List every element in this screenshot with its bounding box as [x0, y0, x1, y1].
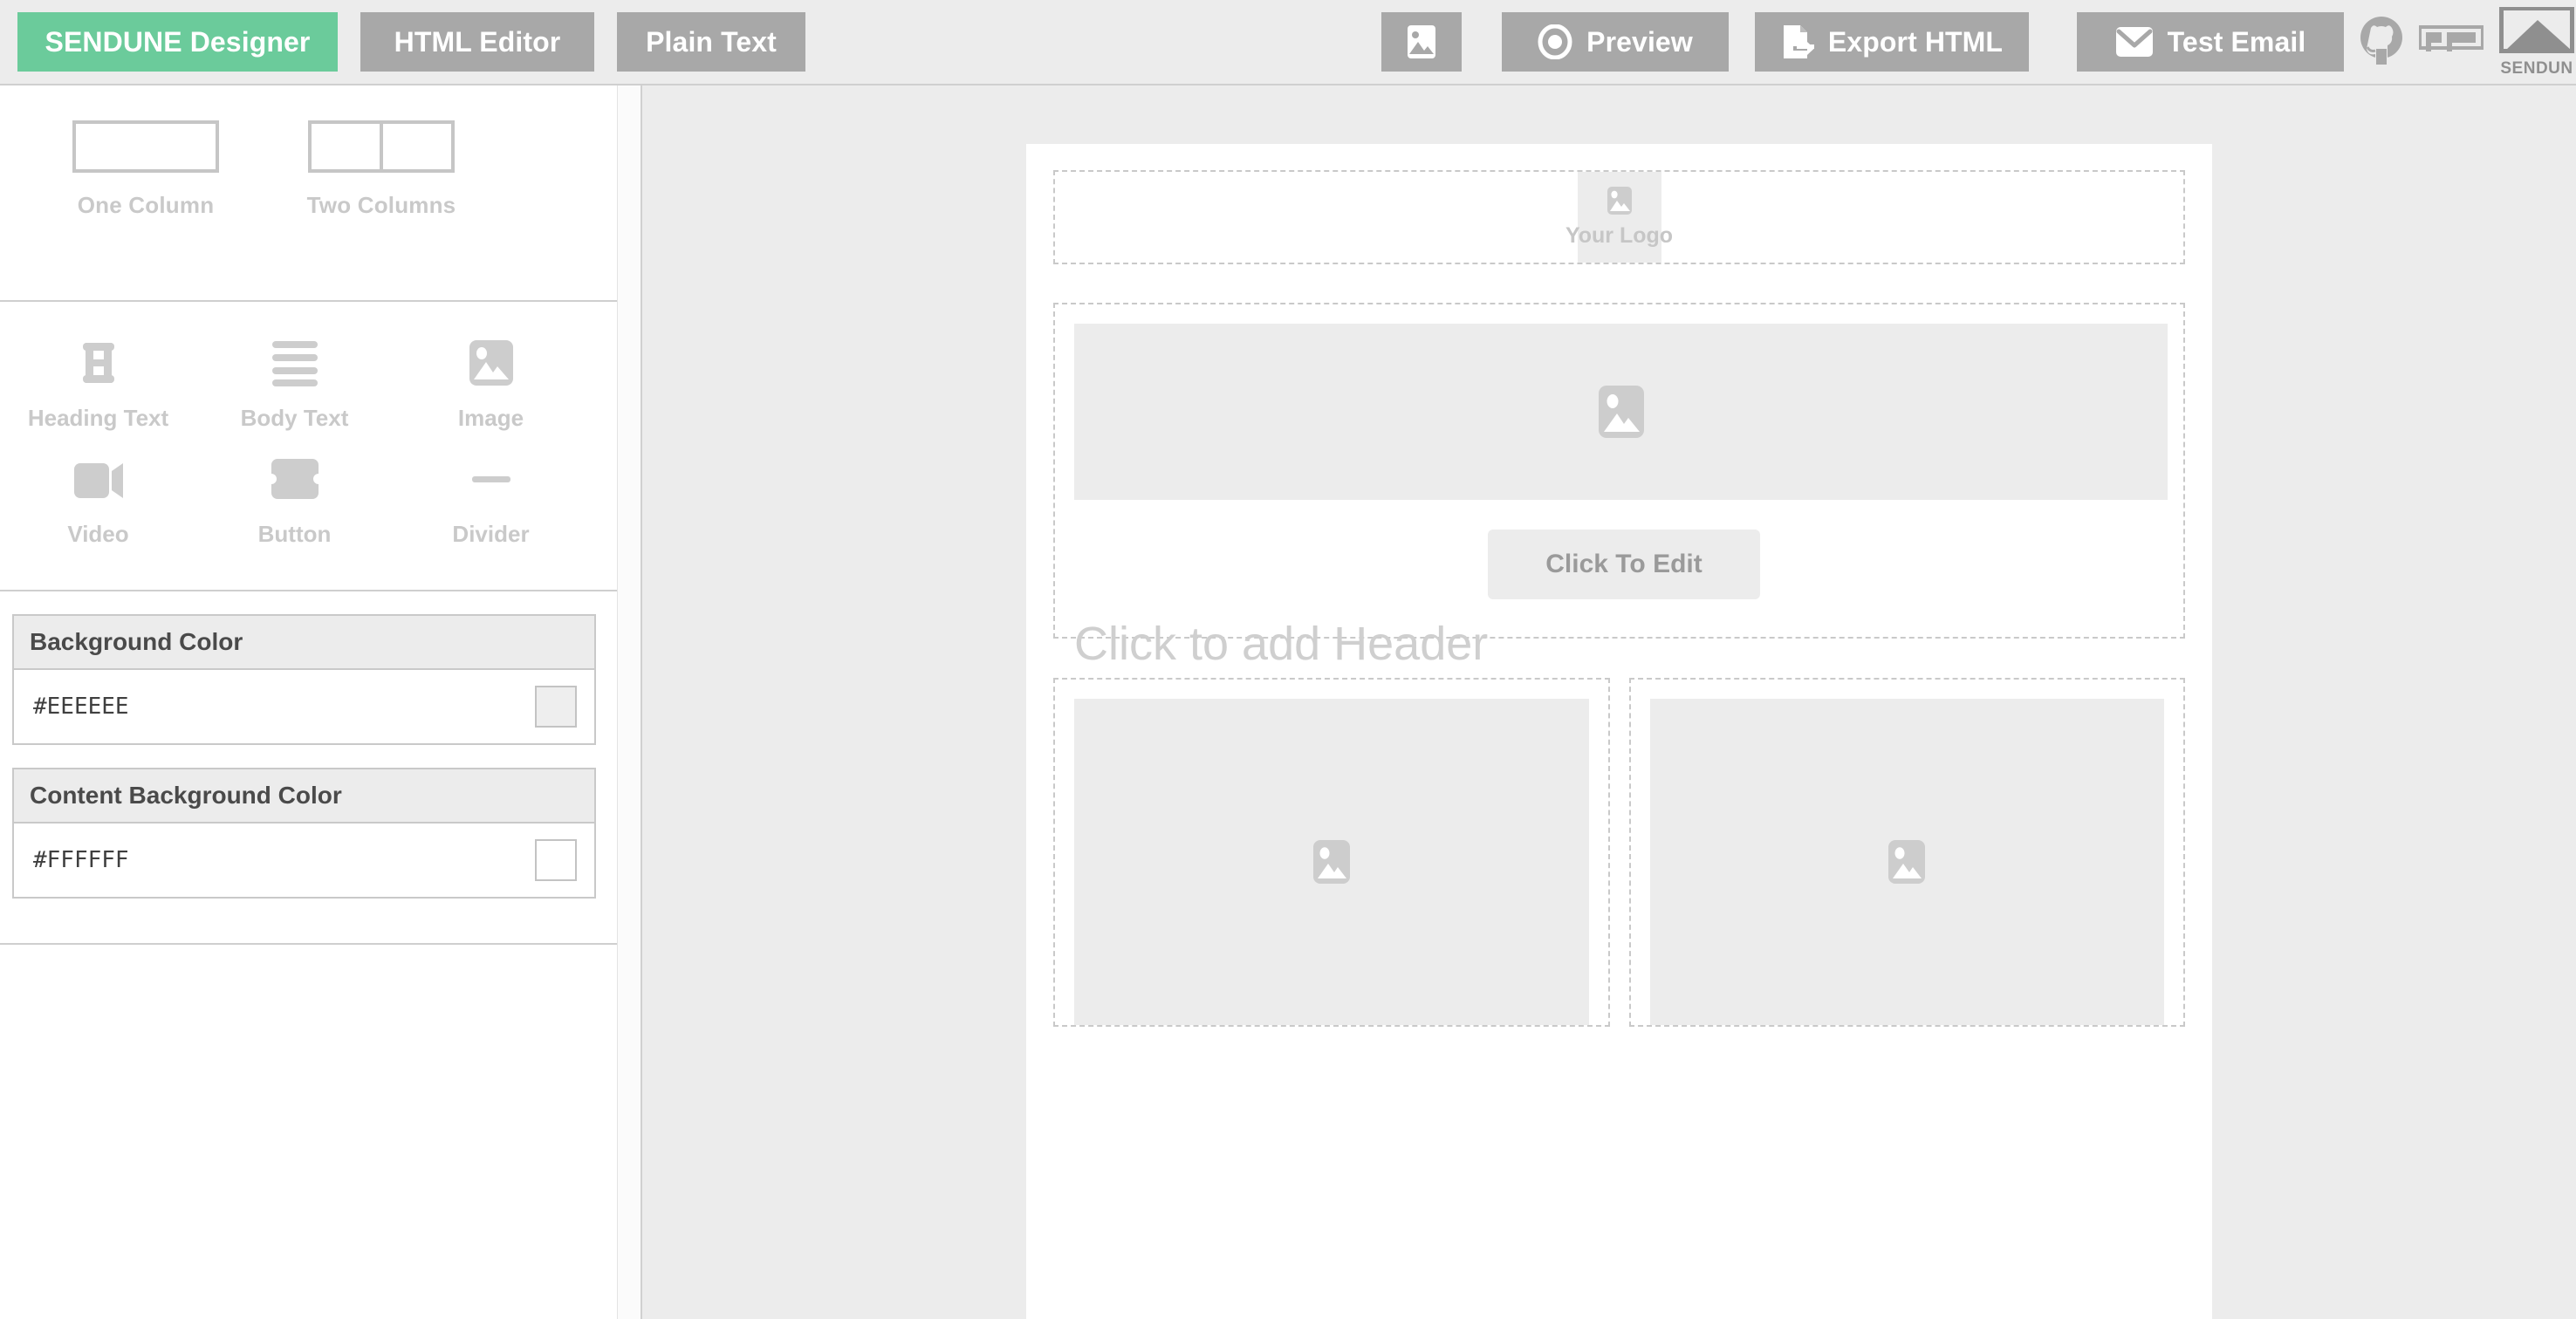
column-right-image-placeholder[interactable]	[1649, 699, 2164, 1025]
eye-icon	[1538, 24, 1572, 59]
content-background-color-card: Content Background Color	[12, 768, 596, 899]
file-export-icon	[1781, 24, 1814, 60]
tab-plain-text-label: Plain Text	[646, 25, 777, 58]
layout-two-columns-label: Two Columns	[306, 192, 456, 218]
image-placeholder-icon	[1598, 385, 1645, 439]
palette-item-heading-text-label: Heading Text	[27, 405, 169, 431]
content-background-color-title: Content Background Color	[14, 769, 594, 824]
heading-icon	[67, 331, 130, 394]
export-html-label: Export HTML	[1827, 25, 2004, 58]
one-column-preview	[72, 120, 219, 173]
sidebar-resize-gutter[interactable]	[617, 85, 642, 1319]
sendune-logo-label: SENDUN	[2500, 58, 2573, 78]
sidebar-divider-3	[0, 943, 617, 945]
two-columns-preview	[308, 120, 455, 173]
header-placeholder-text[interactable]: Click to add Header	[1074, 617, 1488, 671]
image-placeholder-icon	[1607, 186, 1633, 220]
settings-section: Background Color Content Background Colo…	[0, 591, 617, 899]
click-to-edit-label: Click To Edit	[1545, 550, 1702, 578]
test-email-button[interactable]: Test Email	[2077, 12, 2344, 72]
tab-plain-text[interactable]: Plain Text	[617, 12, 805, 72]
layout-blocks-section: One Column Two Columns	[0, 85, 617, 300]
divider-icon	[460, 448, 523, 510]
background-color-input[interactable]	[33, 694, 414, 720]
palette-row-2: Video Button Divider	[0, 448, 617, 564]
palette-item-button[interactable]: Button	[196, 448, 393, 564]
npm-icon	[2418, 24, 2484, 60]
column-right-drop-zone[interactable]	[1628, 678, 2185, 1027]
hero-drop-zone[interactable]: Click To Edit Click to add Header	[1053, 303, 2185, 670]
palette-item-body-text-label: Body Text	[240, 405, 349, 431]
email-document: Your Logo Click To Edit Click to add Hea…	[1026, 144, 2212, 1319]
video-camera-icon	[67, 448, 130, 510]
background-color-swatch[interactable]	[535, 686, 577, 728]
image-icon	[460, 331, 523, 394]
top-toolbar: SENDUNE Designer HTML Editor Plain Text …	[0, 0, 2576, 85]
palette-item-button-label: Button	[257, 521, 332, 547]
palette-item-video-label: Video	[67, 521, 129, 547]
element-palette-section: Heading Text Body Text Image Video Butto…	[0, 302, 617, 590]
palette-item-video[interactable]: Video	[0, 448, 196, 564]
palette-item-body-text[interactable]: Body Text	[196, 331, 393, 448]
palette-item-image[interactable]: Image	[393, 331, 589, 448]
email-canvas-area: Your Logo Click To Edit Click to add Hea…	[642, 85, 2576, 1319]
tab-sendune-designer-label: SENDUNE Designer	[45, 25, 311, 58]
two-column-row	[1053, 678, 2185, 1027]
hero-image-placeholder[interactable]	[1074, 324, 2168, 500]
palette-item-image-label: Image	[457, 405, 524, 431]
image-manager-button[interactable]	[1381, 12, 1462, 72]
npm-link[interactable]	[2418, 12, 2484, 72]
preview-button[interactable]: Preview	[1502, 12, 1729, 72]
image-placeholder-icon	[1887, 839, 1926, 885]
logo-placeholder-label: Your Logo	[1565, 223, 1674, 248]
column-left-image-placeholder[interactable]	[1074, 699, 1589, 1025]
logo-drop-zone[interactable]: Your Logo	[1053, 170, 2185, 264]
github-icon	[2357, 16, 2406, 69]
background-color-title: Background Color	[14, 616, 594, 670]
tab-html-editor[interactable]: HTML Editor	[360, 12, 594, 72]
background-color-card: Background Color	[12, 614, 596, 745]
layout-one-column-label: One Column	[77, 192, 215, 218]
tab-html-editor-label: HTML Editor	[394, 25, 561, 58]
palette-item-divider-label: Divider	[452, 521, 530, 547]
sendune-logo-icon	[2498, 7, 2575, 58]
preview-label: Preview	[1586, 25, 1693, 58]
test-email-label: Test Email	[2167, 25, 2306, 58]
content-background-color-input[interactable]	[33, 847, 414, 873]
column-left-drop-zone[interactable]	[1053, 678, 1610, 1027]
layout-two-columns[interactable]: Two Columns	[274, 120, 489, 219]
content-background-color-swatch[interactable]	[535, 839, 577, 881]
paragraph-lines-icon	[264, 331, 326, 394]
tab-sendune-designer[interactable]: SENDUNE Designer	[17, 12, 338, 72]
logo-placeholder[interactable]: Your Logo	[1565, 172, 1673, 263]
sendune-logo-link[interactable]: SENDUN	[2497, 7, 2576, 77]
palette-row-1: Heading Text Body Text Image	[0, 331, 617, 448]
left-sidebar: One Column Two Columns Heading Text Body…	[0, 85, 617, 1319]
github-link[interactable]	[2356, 12, 2407, 72]
layout-one-column[interactable]: One Column	[38, 120, 253, 219]
envelope-icon	[2115, 26, 2154, 58]
image-icon	[1407, 24, 1436, 59]
image-placeholder-icon	[1312, 839, 1351, 885]
palette-item-divider[interactable]: Divider	[393, 448, 589, 564]
export-html-button[interactable]: Export HTML	[1755, 12, 2029, 72]
button-icon	[264, 448, 326, 510]
click-to-edit-button[interactable]: Click To Edit	[1488, 530, 1760, 599]
palette-item-heading-text[interactable]: Heading Text	[0, 331, 196, 448]
